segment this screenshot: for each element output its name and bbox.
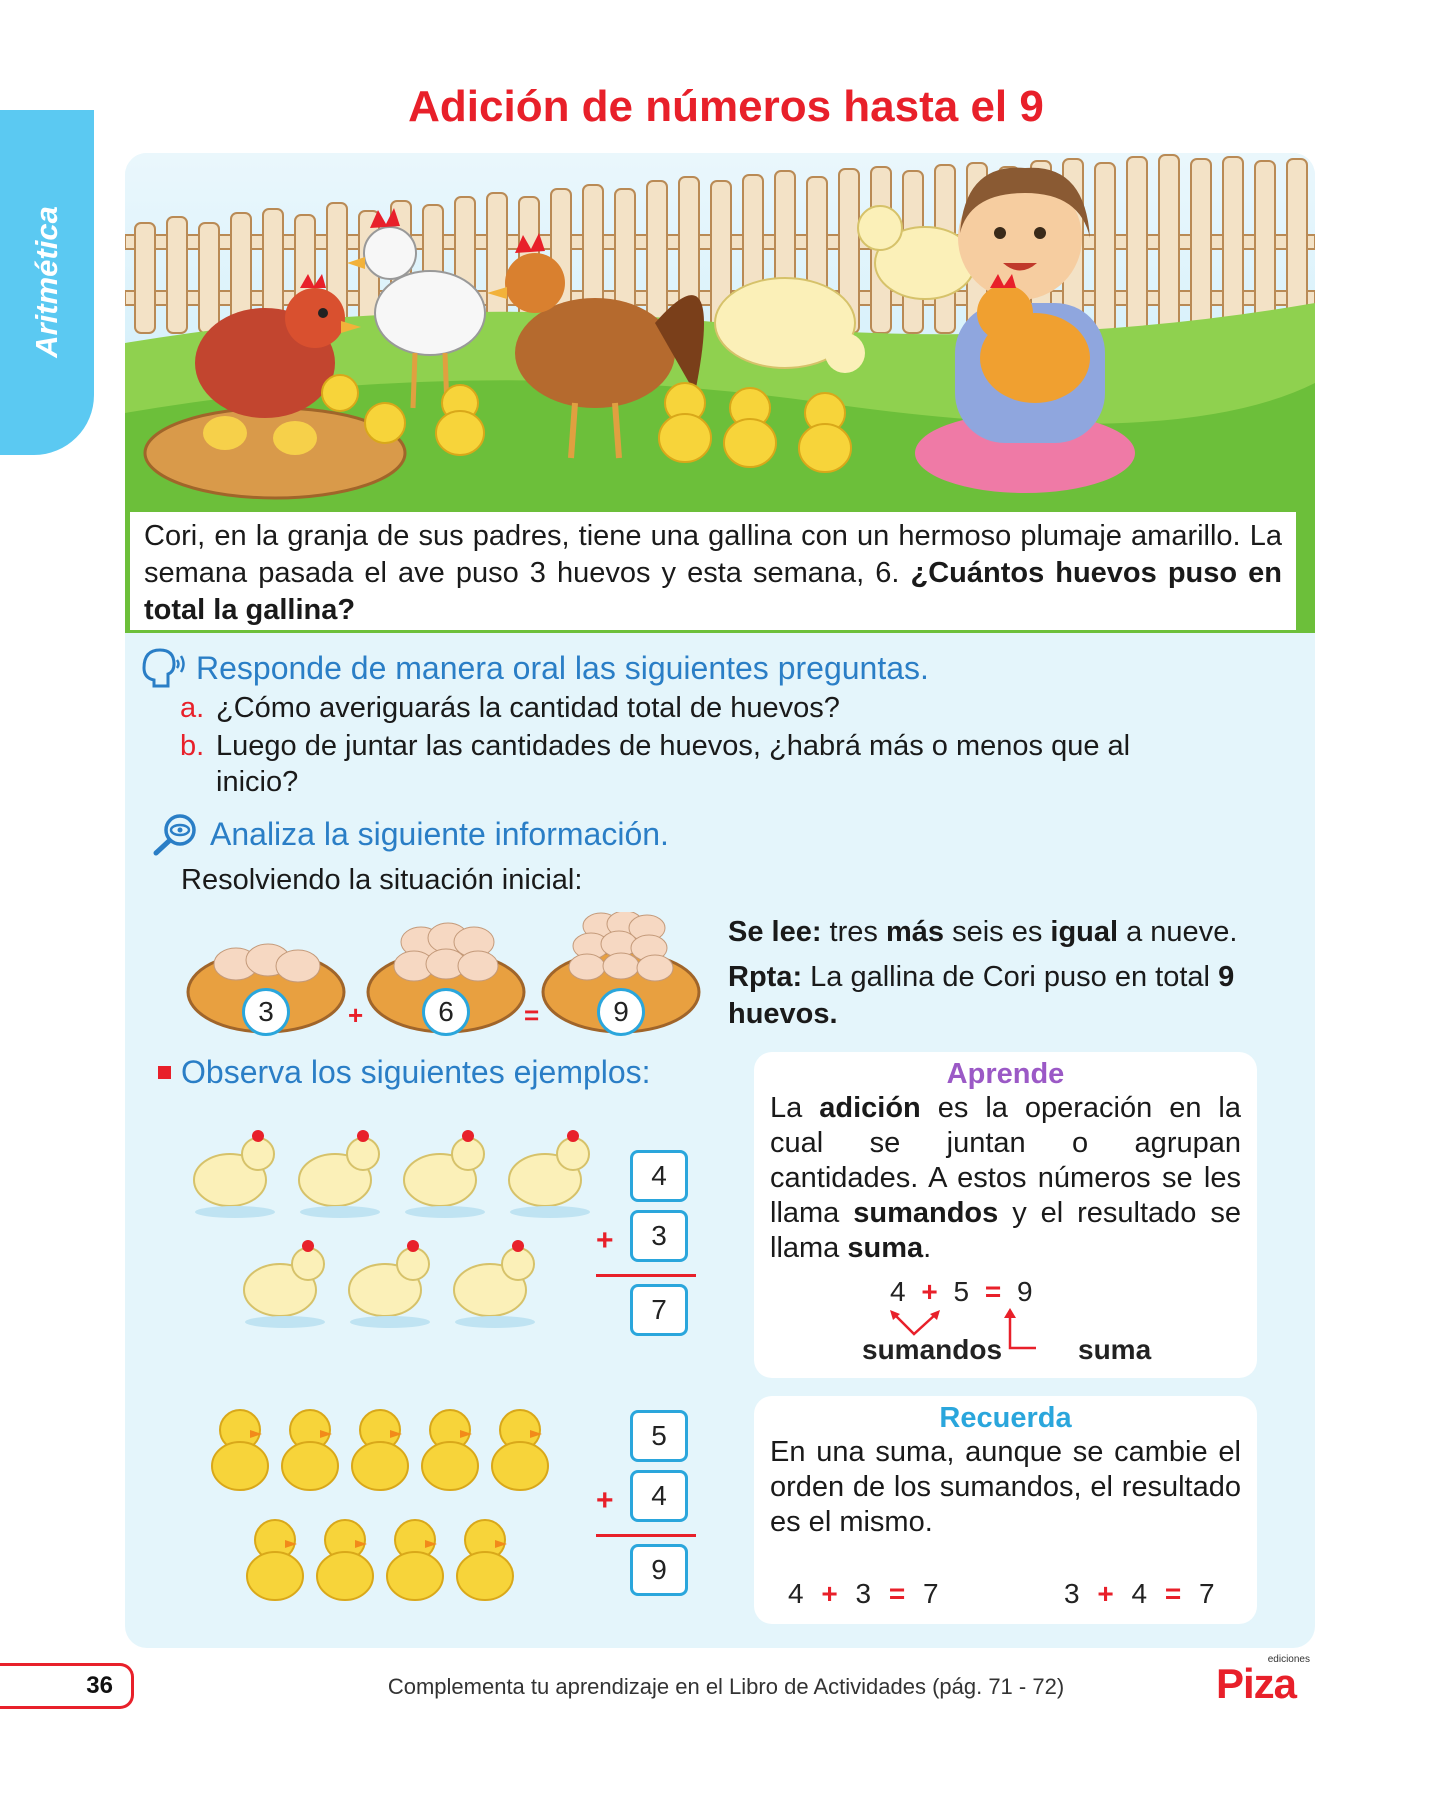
nest-count: 9	[597, 988, 645, 1036]
bullet-square-icon	[158, 1066, 171, 1079]
analyze-subtitle: Resolviendo la situación inicial:	[181, 864, 583, 896]
aprende-equation: 4 + 5 = 9	[890, 1276, 1033, 1307]
aprende-card: Aprende La adición es la operación en la…	[754, 1052, 1257, 1378]
oral-heading: Responde de manera oral las siguientes p…	[136, 646, 929, 690]
page-title: Adición de números hasta el 9	[408, 82, 1044, 131]
question-text: ¿Cómo averiguarás la cantidad total de h…	[216, 692, 840, 724]
publisher-logo: ediciones Piza	[1216, 1654, 1316, 1707]
recuerda-title: Recuerda	[939, 1402, 1072, 1434]
magnifier-eye-icon	[153, 814, 196, 856]
question-text: Luego de juntar las cantidades de huevos…	[216, 730, 1131, 762]
examples-heading-text: Observa los siguientes ejemplos:	[181, 1054, 651, 1090]
reading-explanation: Se lee: tres más seis es igual a nueve. …	[728, 914, 1288, 1033]
story-problem: Cori, en la granja de sus padres, tiene …	[130, 512, 1296, 630]
addend-box: 5	[630, 1410, 688, 1462]
reads-line: Se lee: tres más seis es igual a nueve.	[728, 916, 1238, 948]
analyze-heading: Analiza la siguiente información.	[150, 812, 669, 856]
examples-heading: Observa los siguientes ejemplos:	[158, 1054, 651, 1091]
nest-count: 3	[242, 988, 290, 1036]
recuerda-card: Recuerda En una suma, aunque se cambie e…	[754, 1396, 1257, 1624]
recuerda-equation-2: 3 + 4 = 7	[1064, 1578, 1215, 1609]
nest-count: 6	[422, 988, 470, 1036]
label-suma: suma	[1078, 1334, 1152, 1365]
oral-heading-text: Responde de manera oral las siguientes p…	[196, 649, 929, 686]
egg-nests: 3 + 6 = 9	[186, 910, 701, 1047]
aprende-text: La adición es la operación en la cual se…	[770, 1092, 1241, 1264]
question-letter: a.	[180, 692, 205, 724]
hens-group	[193, 1130, 590, 1328]
addend-box: 4	[630, 1470, 688, 1522]
recuerda-equation-1: 4 + 3 = 7	[788, 1578, 939, 1609]
sum-line	[596, 1274, 696, 1277]
recuerda-text: En una suma, aunque se cambie el orden d…	[770, 1436, 1241, 1538]
analyze-heading-text: Analiza la siguiente información.	[210, 815, 669, 852]
vertical-sum-1: 4 + 3 7	[590, 1150, 700, 1340]
question-letter: b.	[180, 730, 205, 762]
result-box: 7	[630, 1284, 688, 1336]
section-tab-label: Aritmética	[29, 206, 64, 358]
answer-line: Rpta: La gallina de Cori puso en total 9…	[728, 961, 1235, 1030]
equals-sign: =	[524, 1000, 540, 1030]
question-b: b. Luego de juntar las cantidades de huev…	[180, 728, 1130, 800]
plus-sign: +	[596, 1484, 614, 1517]
sum-line	[596, 1534, 696, 1537]
chicks-group	[211, 1409, 549, 1601]
label-sumandos: sumandos	[862, 1334, 1003, 1365]
addend-box: 4	[630, 1150, 688, 1202]
speaking-head-icon	[142, 648, 185, 688]
question-a: a. ¿Cómo averiguarás la cantidad total de…	[180, 690, 840, 726]
plus-sign: +	[596, 1224, 614, 1257]
aprende-title: Aprende	[946, 1058, 1065, 1090]
logo-text: Piza	[1216, 1660, 1297, 1707]
plus-sign: +	[348, 1000, 364, 1030]
question-text-continued: inicio?	[216, 766, 299, 798]
section-tab: Aritmética	[0, 110, 94, 455]
result-box: 9	[630, 1544, 688, 1596]
addend-box: 3	[630, 1210, 688, 1262]
vertical-sum-2: 5 + 4 9	[590, 1410, 700, 1600]
